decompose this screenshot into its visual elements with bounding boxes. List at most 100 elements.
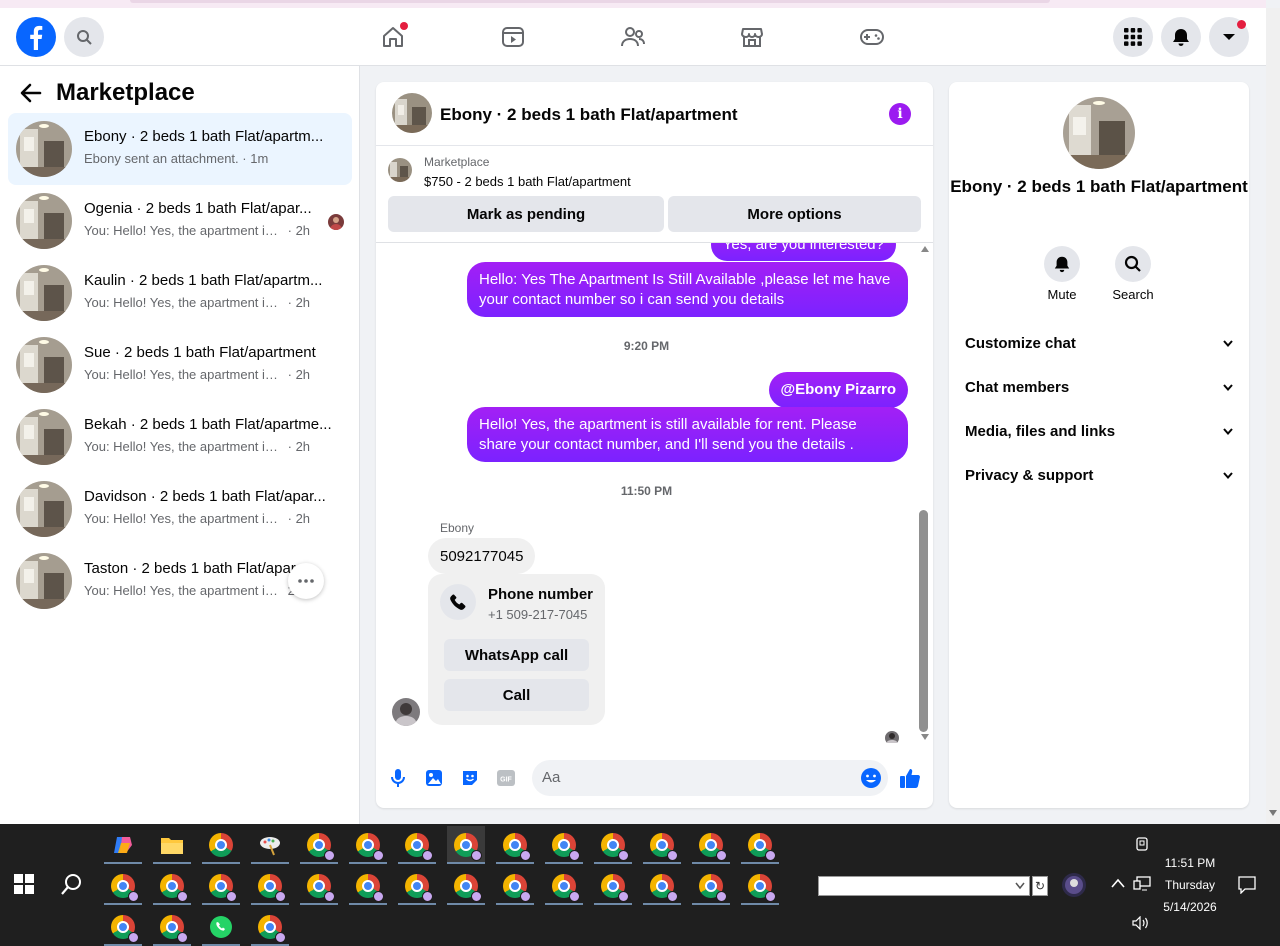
taskbar-search[interactable] [60,872,84,896]
chrome-icon[interactable] [496,867,534,905]
chrome-icon[interactable] [643,867,681,905]
chrome-icon[interactable] [349,826,387,864]
chrome-icon[interactable] [692,826,730,864]
like-button[interactable] [899,767,921,789]
chrome-icon[interactable] [594,867,632,905]
sender-avatar[interactable] [392,698,420,726]
app-tray-icon[interactable] [1062,873,1086,897]
scroll-up-arrow[interactable] [921,246,929,252]
notifications-button[interactable] [1161,17,1201,57]
listing-avatar[interactable] [392,93,432,133]
conversation-item[interactable]: Bekah · 2 beds 1 bath Flat/apartme... You… [8,401,352,473]
menu-button[interactable] [1113,17,1153,57]
whatsapp-icon[interactable] [202,908,240,946]
chrome-icon[interactable] [104,867,142,905]
start-button[interactable] [13,873,35,895]
chrome-icon[interactable] [447,826,485,864]
listing-thumbnail[interactable] [388,158,412,182]
chat-title[interactable]: Ebony · 2 beds 1 bath Flat/apartment [440,105,738,125]
friends-nav[interactable] [613,17,653,57]
sticker-button[interactable] [460,768,480,788]
outgoing-message[interactable]: Hello! Yes, the apartment is still avail… [467,407,908,462]
scroll-down-arrow[interactable] [1269,810,1277,816]
chrome-icon[interactable] [741,826,779,864]
marketplace-nav[interactable] [732,17,772,57]
scroll-down-arrow[interactable] [921,734,929,740]
copilot-icon[interactable] [104,826,142,864]
conversation-item[interactable]: Ogenia · 2 beds 1 bath Flat/apar... You: … [8,185,352,257]
chevron-up-icon[interactable] [1111,878,1125,888]
chrome-icon[interactable] [153,908,191,946]
scroll-thumb[interactable] [919,510,928,732]
whatsapp-call-button[interactable]: WhatsApp call [444,639,589,671]
chrome-icon[interactable] [496,826,534,864]
details-avatar[interactable] [1063,97,1135,169]
refresh-icon[interactable]: ↻ [1032,876,1048,896]
incoming-message[interactable]: 5092177045 [428,538,536,574]
address-box[interactable] [818,876,1030,896]
chrome-icon[interactable] [202,826,240,864]
chrome-icon[interactable] [300,826,338,864]
conversation-title: Ogenia · 2 beds 1 bath Flat/apar... [84,200,312,217]
outgoing-message[interactable]: Yes, are you interested? [710,243,896,261]
mark-pending-button[interactable]: Mark as pending [388,196,664,232]
chrome-icon[interactable] [300,867,338,905]
notification-center-icon[interactable] [1238,876,1256,894]
conversation-snippet: You: Hello! Yes, the apartment is still … [84,511,284,526]
chrome-icon[interactable] [692,867,730,905]
volume-icon[interactable] [1132,916,1150,930]
conversation-item[interactable]: Ebony · 2 beds 1 bath Flat/apartm... Ebon… [8,113,352,185]
network-icon[interactable] [1133,876,1151,892]
chrome-icon[interactable] [545,867,583,905]
details-section[interactable]: Privacy & support [965,460,1233,490]
page-scrollbar[interactable] [1266,8,1280,824]
conversation-more-button[interactable] [288,563,324,599]
touch-keyboard-icon[interactable] [1134,836,1150,852]
chrome-icon[interactable] [594,826,632,864]
chrome-icon[interactable] [153,867,191,905]
account-button[interactable] [1209,17,1249,57]
home-nav[interactable] [373,17,413,57]
mention-message[interactable]: @Ebony Pizarro [768,372,908,408]
chrome-icon[interactable] [251,867,289,905]
conversation-item[interactable]: Sue · 2 beds 1 bath Flat/apartment You: H… [8,329,352,401]
photo-button[interactable] [424,768,444,788]
chrome-icon[interactable] [104,908,142,946]
clock-day[interactable]: Thursday [1156,878,1224,892]
outgoing-message[interactable]: Hello: Yes The Apartment Is Still Availa… [467,262,908,317]
chrome-icon[interactable] [202,867,240,905]
search-conversation-button[interactable] [1115,246,1151,282]
mute-button[interactable] [1044,246,1080,282]
chrome-icon[interactable] [398,826,436,864]
call-button[interactable]: Call [444,679,589,711]
conversation-item[interactable]: Davidson · 2 beds 1 bath Flat/apar... You… [8,473,352,545]
back-button[interactable] [20,83,42,103]
details-section[interactable]: Media, files and links [965,416,1233,446]
search-button[interactable] [64,17,104,57]
chrome-icon[interactable] [545,826,583,864]
facebook-logo[interactable] [16,17,56,57]
gif-button[interactable]: GIF [496,768,516,788]
emoji-button[interactable] [860,767,882,789]
video-nav[interactable] [493,17,533,57]
conversation-item[interactable]: Kaulin · 2 beds 1 bath Flat/apartm... You… [8,257,352,329]
chrome-icon[interactable] [643,826,681,864]
chrome-icon[interactable] [251,908,289,946]
file-explorer-icon[interactable] [153,826,191,864]
details-section[interactable]: Customize chat [965,328,1233,358]
conversation-snippet: Ebony sent an attachment. [84,151,239,166]
info-icon[interactable]: i [889,103,911,125]
chrome-icon[interactable] [447,867,485,905]
clock-date[interactable]: 5/14/2026 [1156,900,1224,914]
details-section[interactable]: Chat members [965,372,1233,402]
mic-button[interactable] [388,768,408,788]
chrome-icon[interactable] [741,867,779,905]
listing-price[interactable]: $750 - 2 beds 1 bath Flat/apartment [424,174,631,189]
gaming-nav[interactable] [852,17,892,57]
chrome-icon[interactable] [349,867,387,905]
chrome-icon[interactable] [398,867,436,905]
message-input[interactable]: Aa [532,760,888,796]
more-options-button[interactable]: More options [668,196,921,232]
paint-icon[interactable] [251,826,289,864]
clock-time[interactable]: 11:51 PM [1156,856,1224,870]
